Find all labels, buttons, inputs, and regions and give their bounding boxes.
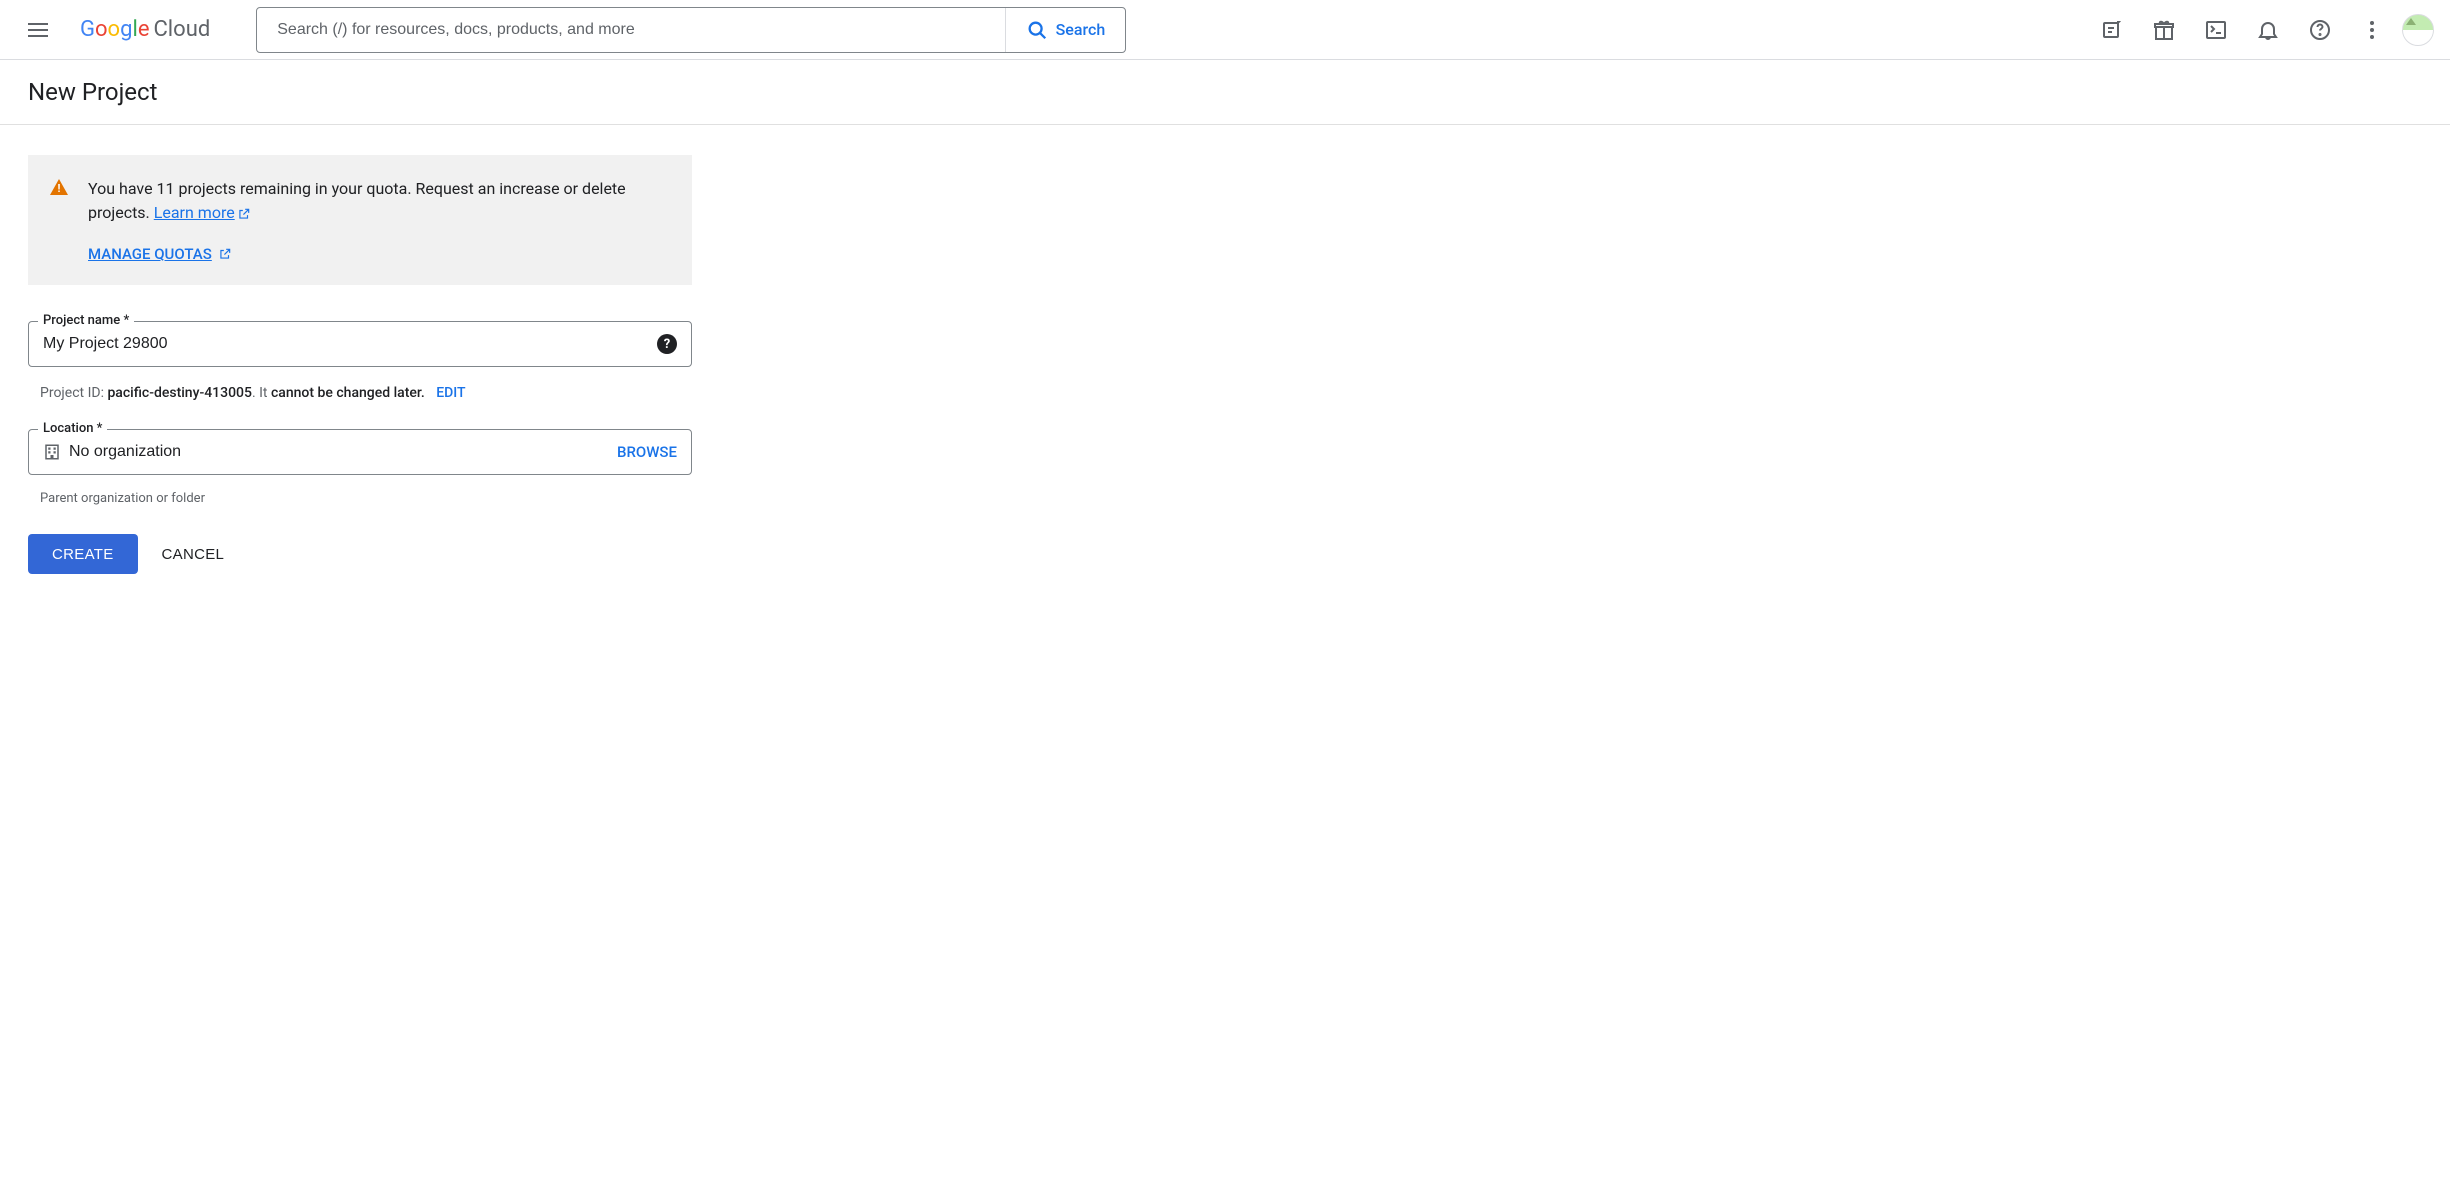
location-helper-text: Parent organization or folder: [28, 485, 692, 506]
manage-quotas-link[interactable]: MANAGE QUOTAS: [88, 245, 232, 263]
project-id-value: pacific-destiny-413005: [107, 385, 252, 401]
project-name-field: Project name * ?: [28, 321, 692, 367]
location-field: Location * BROWSE: [28, 429, 692, 475]
help-icon[interactable]: [2298, 8, 2342, 52]
main-content: You have 11 projects remaining in your q…: [0, 125, 720, 604]
project-id-info: Project ID: pacific-destiny-413005. It c…: [28, 377, 692, 401]
form-actions: CREATE CANCEL: [28, 534, 692, 574]
logo-cloud-text: Cloud: [153, 17, 210, 42]
cancel-button[interactable]: CANCEL: [162, 546, 225, 563]
quota-message: You have 11 projects remaining in your q…: [88, 177, 664, 225]
external-link-icon: [237, 207, 251, 221]
search-button[interactable]: Search: [1005, 8, 1126, 52]
page-title: New Project: [28, 78, 2422, 106]
search-bar: Search: [256, 7, 1126, 53]
gift-icon[interactable]: [2142, 8, 2186, 52]
more-options-icon[interactable]: [2350, 8, 2394, 52]
search-button-label: Search: [1056, 20, 1106, 39]
quota-notice: You have 11 projects remaining in your q…: [28, 155, 692, 285]
page-header: New Project: [0, 60, 2450, 125]
learn-more-link[interactable]: Learn more: [154, 203, 251, 222]
project-name-label: Project name *: [38, 313, 134, 328]
account-avatar[interactable]: [2402, 14, 2434, 46]
edit-project-id-button[interactable]: EDIT: [436, 385, 465, 401]
search-input[interactable]: [257, 21, 1004, 39]
hamburger-menu-icon[interactable]: [16, 6, 64, 54]
help-tooltip-icon[interactable]: ?: [657, 334, 677, 354]
top-header: Google Cloud Search: [0, 0, 2450, 60]
search-icon: [1026, 19, 1048, 41]
location-input[interactable]: [69, 443, 617, 461]
warning-icon: [50, 179, 68, 195]
google-cloud-logo[interactable]: Google Cloud: [80, 17, 210, 42]
gemini-icon[interactable]: [2090, 8, 2134, 52]
browse-button[interactable]: BROWSE: [617, 443, 677, 461]
header-actions: [2090, 8, 2434, 52]
create-button[interactable]: CREATE: [28, 534, 138, 574]
notifications-icon[interactable]: [2246, 8, 2290, 52]
organization-icon: [43, 443, 61, 461]
location-label: Location *: [38, 421, 107, 436]
external-link-icon: [218, 247, 232, 261]
cloud-shell-icon[interactable]: [2194, 8, 2238, 52]
project-name-input[interactable]: [43, 335, 657, 353]
